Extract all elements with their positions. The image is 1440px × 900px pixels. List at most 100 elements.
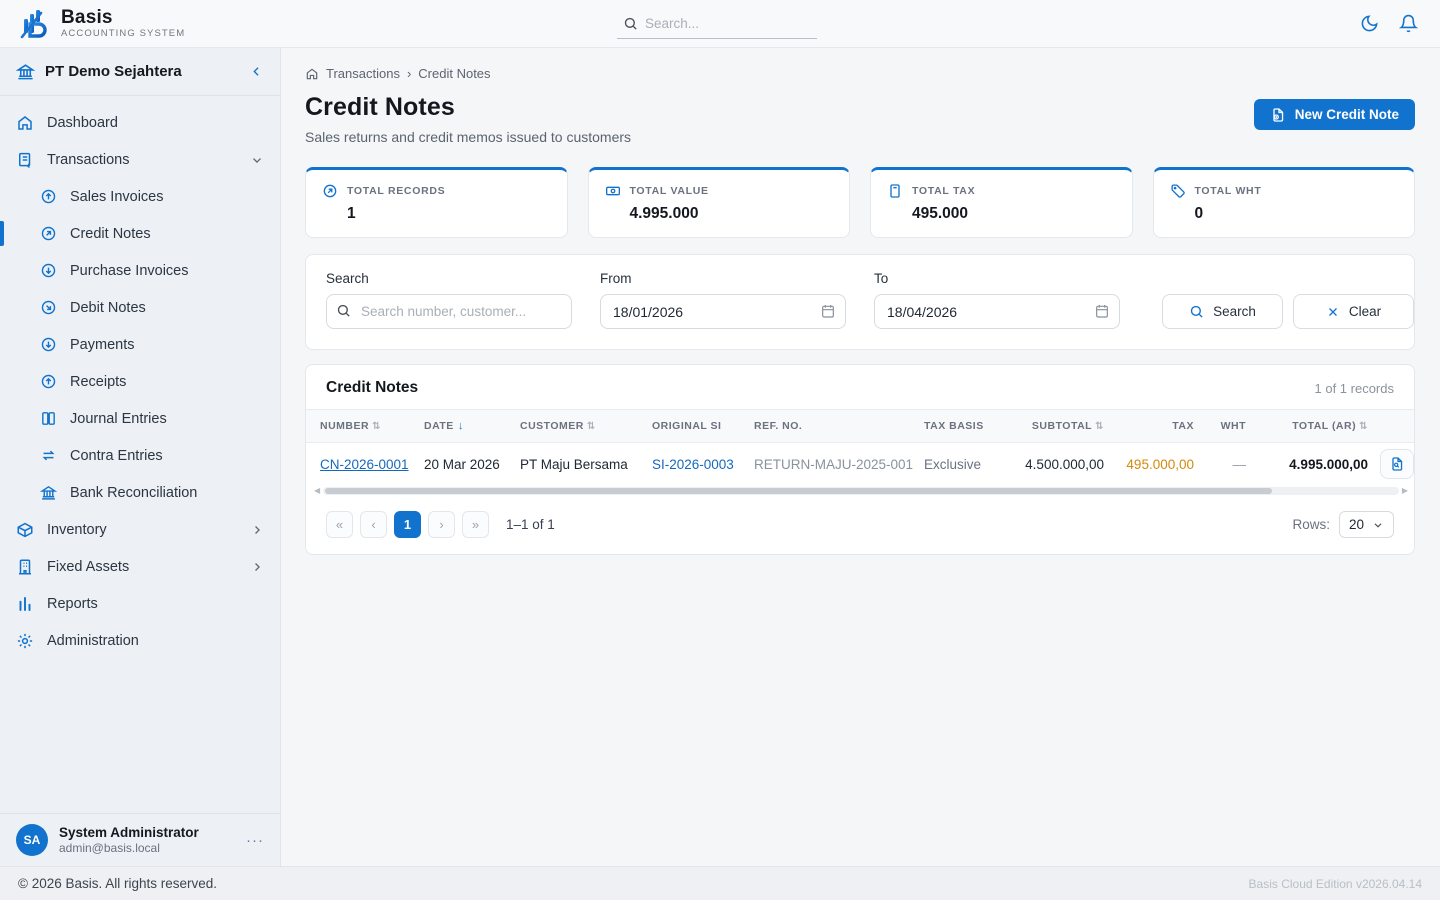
user-menu-dots-icon[interactable]: ···	[246, 832, 264, 849]
sidebar-item-dashboard[interactable]: Dashboard	[0, 104, 280, 141]
credit-notes-table-card: Credit Notes 1 of 1 records NUMBER ⇅ DATE…	[305, 364, 1415, 555]
sidebar-item-transactions[interactable]: Transactions	[0, 141, 280, 178]
sidebar-item-inventory[interactable]: Inventory	[0, 511, 280, 548]
col-date[interactable]: DATE ↓	[416, 410, 512, 442]
breadcrumb-transactions[interactable]: Transactions	[326, 66, 400, 81]
scroll-right-arrow-icon[interactable]: ▶	[1402, 487, 1408, 495]
bank-icon	[40, 484, 57, 501]
document-plus-icon	[1270, 107, 1286, 123]
pagination-page-1-button[interactable]: 1	[394, 511, 421, 538]
cell-original-si-link[interactable]: SI-2026-0003	[644, 444, 746, 485]
col-tax-basis: TAX BASIS	[924, 420, 984, 432]
pagination-first-button[interactable]: «	[326, 511, 353, 538]
building-icon	[16, 558, 34, 576]
bank-icon	[16, 62, 35, 81]
col-subtotal[interactable]: SUBTOTAL ⇅	[1000, 410, 1112, 442]
collapse-sidebar-chevron-left-icon[interactable]	[249, 64, 264, 79]
rows-per-page-select[interactable]: 20	[1338, 511, 1394, 538]
sidebar-item-journal-entries[interactable]: Journal Entries	[0, 400, 280, 437]
cell-customer: PT Maju Bersama	[520, 456, 628, 472]
pagination-prev-button[interactable]: ‹	[360, 511, 387, 538]
records-count: 1 of 1 records	[1314, 380, 1395, 396]
arrow-down-circle-icon	[40, 336, 57, 353]
app-name: Basis	[61, 6, 113, 28]
cell-wht: —	[1232, 456, 1247, 472]
scroll-left-arrow-icon[interactable]: ◀	[314, 487, 320, 495]
sort-desc-icon: ↓	[457, 420, 464, 432]
global-search	[617, 8, 817, 39]
search-button[interactable]: Search	[1162, 294, 1283, 329]
stat-value: 1	[347, 205, 356, 222]
version-text: Basis Cloud Edition v2026.04.14	[1248, 876, 1422, 891]
chevron-right-icon	[250, 523, 264, 537]
chevron-down-icon	[250, 153, 264, 167]
sidebar-item-credit-notes[interactable]: Credit Notes	[0, 215, 280, 252]
clear-button[interactable]: Clear	[1293, 294, 1414, 329]
stat-cards: TOTAL RECORDS 1 TOTAL VALUE 4.995.000 TO…	[305, 167, 1415, 238]
sidebar-item-reports[interactable]: Reports	[0, 585, 280, 622]
cell-number-link[interactable]: CN-2026-0001	[306, 444, 416, 485]
user-name: System Administrator	[59, 825, 199, 840]
col-customer[interactable]: CUSTOMER ⇅	[512, 410, 644, 442]
copyright-text: © 2026 Basis. All rights reserved.	[18, 876, 218, 891]
calculator-icon	[887, 183, 903, 199]
calendar-icon[interactable]	[1094, 303, 1110, 319]
company-selector[interactable]: PT Demo Sejahtera	[0, 48, 280, 96]
pagination-last-button[interactable]: »	[462, 511, 489, 538]
sidebar-item-receipts[interactable]: Receipts	[0, 363, 280, 400]
avatar: SA	[16, 824, 48, 856]
gear-icon	[16, 632, 34, 650]
sort-icon: ⇅	[586, 421, 596, 432]
chevron-down-icon	[1372, 519, 1384, 531]
sidebar-item-bank-reconciliation[interactable]: Bank Reconciliation	[0, 474, 280, 511]
sort-icon: ⇅	[1359, 421, 1368, 432]
breadcrumb-separator: ›	[406, 66, 412, 81]
col-total-ar[interactable]: TOTAL (AR) ⇅	[1254, 410, 1376, 442]
col-ref-no: REF. NO.	[754, 420, 803, 432]
filter-search-input[interactable]	[326, 294, 572, 329]
new-credit-note-button[interactable]: New Credit Note	[1253, 99, 1415, 130]
sidebar-item-payments[interactable]: Payments	[0, 326, 280, 363]
calendar-icon[interactable]	[820, 303, 836, 319]
sidebar-item-purchase-invoices[interactable]: Purchase Invoices	[0, 252, 280, 289]
page-subtitle: Sales returns and credit memos issued to…	[305, 129, 632, 145]
swap-arrows-icon	[40, 447, 57, 464]
scrollbar-thumb[interactable]	[325, 488, 1272, 494]
sidebar-item-administration[interactable]: Administration	[0, 622, 280, 659]
cell-date: 20 Mar 2026	[424, 456, 500, 472]
date-to-input[interactable]	[874, 294, 1120, 329]
search-icon	[623, 16, 638, 31]
search-icon	[336, 303, 351, 318]
stat-total-value: TOTAL VALUE 4.995.000	[587, 167, 850, 238]
sidebar-nav: Dashboard Transactions Sales Invoices Cr…	[0, 96, 280, 813]
pagination-next-button[interactable]: ›	[428, 511, 455, 538]
footer: © 2026 Basis. All rights reserved. Basis…	[0, 866, 1440, 900]
theme-toggle-moon-icon[interactable]	[1360, 14, 1379, 33]
page-title: Credit Notes	[305, 93, 455, 121]
search-label: Search	[326, 271, 369, 286]
app-logo[interactable]: Basis ACCOUNTING SYSTEM	[16, 6, 617, 42]
sidebar-item-debit-notes[interactable]: Debit Notes	[0, 289, 280, 326]
filter-bar: Search From To	[305, 254, 1415, 350]
sidebar-item-contra-entries[interactable]: Contra Entries	[0, 437, 280, 474]
col-number[interactable]: NUMBER ⇅	[306, 410, 416, 442]
home-icon	[16, 114, 34, 132]
stat-value: 4.995.000	[629, 205, 699, 222]
stat-total-records: TOTAL RECORDS 1	[305, 167, 568, 238]
sort-icon: ⇅	[372, 421, 381, 432]
view-document-button[interactable]	[1380, 449, 1414, 479]
stat-value: 495.000	[912, 205, 969, 222]
sidebar-item-sales-invoices[interactable]: Sales Invoices	[0, 178, 280, 215]
top-actions	[817, 14, 1424, 33]
table-row: CN-2026-0001 20 Mar 2026 PT Maju Bersama…	[306, 443, 1414, 485]
cell-tax-basis: Exclusive	[924, 456, 982, 472]
global-search-input[interactable]	[617, 8, 817, 39]
logo-icon	[16, 6, 52, 42]
sidebar-item-fixed-assets[interactable]: Fixed Assets	[0, 548, 280, 585]
user-profile[interactable]: SA System Administrator admin@basis.loca…	[0, 813, 280, 866]
date-from-input[interactable]	[600, 294, 846, 329]
table-title: Credit Notes	[326, 379, 419, 396]
notifications-bell-icon[interactable]	[1399, 14, 1418, 33]
cell-tax: 495.000,00	[1126, 456, 1194, 472]
horizontal-scrollbar: ◀ ▶	[306, 485, 1414, 497]
